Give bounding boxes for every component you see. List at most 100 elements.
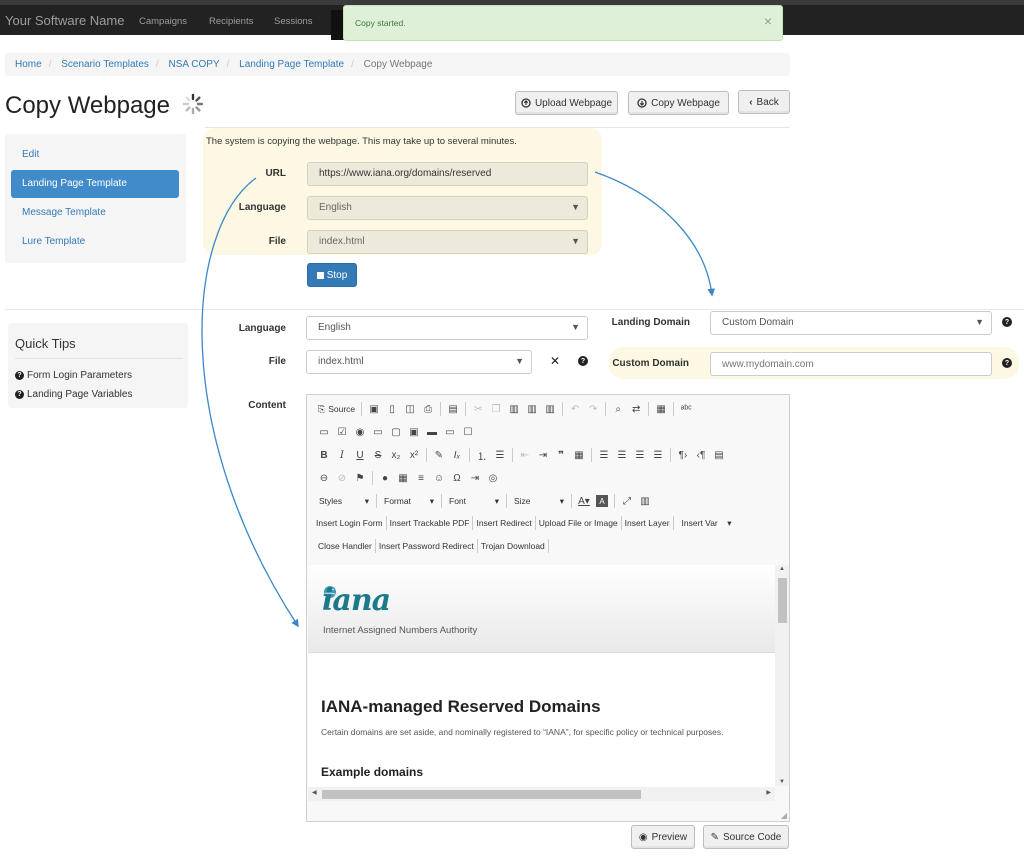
textarea-icon[interactable]: ▢: [387, 423, 405, 441]
vertical-scrollbar[interactable]: ▲ ▼: [775, 565, 789, 786]
image-button-icon[interactable]: ▭: [441, 423, 459, 441]
tip-form-login-parameters[interactable]: ? Form Login Parameters: [15, 370, 132, 381]
insert-login-form-button[interactable]: Insert Login Form: [313, 514, 386, 532]
source-code-button[interactable]: ✎ Source Code: [703, 825, 789, 849]
horizontal-scroll-thumb[interactable]: [322, 790, 641, 799]
nav-sessions[interactable]: Sessions: [274, 16, 313, 27]
bulleted-list-icon[interactable]: ☰: [491, 446, 509, 464]
resize-handle-icon[interactable]: ◢: [781, 811, 787, 820]
paste-icon[interactable]: ▥: [505, 400, 523, 418]
checkbox-icon[interactable]: ☑: [333, 423, 351, 441]
landing-domain-help-icon[interactable]: ?: [1002, 317, 1012, 327]
editor-content-area[interactable]: iana Internet Assigned Numbers Authority…: [308, 565, 775, 794]
size-dropdown[interactable]: Size ▾: [510, 492, 568, 510]
redo-icon[interactable]: ↷: [584, 400, 602, 418]
nav-campaigns[interactable]: Campaigns: [139, 16, 187, 27]
subscript-icon[interactable]: x₂: [387, 446, 405, 464]
form-icon[interactable]: ▭: [315, 423, 333, 441]
sidebar-item-lure-template[interactable]: Lure Template: [11, 228, 179, 256]
select-field-icon[interactable]: ▣: [405, 423, 423, 441]
breadcrumb-home[interactable]: Home: [15, 59, 42, 70]
url-input[interactable]: https://www.iana.org/domains/reserved: [307, 162, 588, 186]
preview-button[interactable]: ◉ Preview: [631, 825, 695, 849]
stop-button[interactable]: Stop: [307, 263, 357, 287]
copy-format-icon[interactable]: ✎: [430, 446, 448, 464]
align-left-icon[interactable]: ☰: [595, 446, 613, 464]
templates-icon[interactable]: ▤: [444, 400, 462, 418]
paste-text-icon[interactable]: ▥: [523, 400, 541, 418]
find-icon[interactable]: ⌕: [609, 400, 627, 418]
sidebar-item-landing-page-template[interactable]: Landing Page Template: [11, 170, 179, 198]
new-page-icon[interactable]: ▯: [383, 400, 401, 418]
brand-name[interactable]: Your Software Name: [5, 13, 124, 28]
select-all-icon[interactable]: ▦: [652, 400, 670, 418]
language-select[interactable]: English ▼: [306, 316, 588, 340]
ltr-icon[interactable]: ¶›: [674, 446, 692, 464]
cut-icon[interactable]: ✂: [469, 400, 487, 418]
underline-icon[interactable]: U: [351, 446, 369, 464]
font-dropdown[interactable]: Font ▾: [445, 492, 503, 510]
anchor-icon[interactable]: ⚑: [351, 469, 369, 487]
sidebar-item-message-template[interactable]: Message Template: [11, 199, 179, 227]
link-icon[interactable]: ⊖: [315, 469, 333, 487]
insert-redirect-button[interactable]: Insert Redirect: [473, 514, 534, 532]
copy-icon[interactable]: ❐: [487, 400, 505, 418]
insert-password-redirect-button[interactable]: Insert Password Redirect: [376, 537, 477, 555]
spellcheck-icon[interactable]: ᵃᵇᶜ: [677, 400, 695, 418]
button-field-icon[interactable]: ▬: [423, 423, 441, 441]
save-icon[interactable]: ▣: [365, 400, 383, 418]
copy-language-select[interactable]: English ▼: [307, 196, 588, 220]
insert-var-dropdown[interactable]: Insert Var ▾: [674, 514, 736, 532]
file-select[interactable]: index.html ▼: [306, 350, 532, 374]
insert-trackable-pdf-button[interactable]: Insert Trackable PDF: [387, 514, 473, 532]
radio-icon[interactable]: ◉: [351, 423, 369, 441]
horizontal-scrollbar[interactable]: ◀ ▶: [308, 787, 775, 801]
tip-landing-page-variables[interactable]: ? Landing Page Variables: [15, 389, 132, 400]
scroll-down-icon[interactable]: ▼: [779, 779, 785, 785]
upload-file-or-image-button[interactable]: Upload File or Image: [536, 514, 621, 532]
back-button[interactable]: ‹ Back: [738, 90, 790, 114]
page-break-icon[interactable]: ⇥: [466, 469, 484, 487]
align-right-icon[interactable]: ☰: [631, 446, 649, 464]
bg-color-icon[interactable]: A: [596, 495, 608, 507]
preview-icon[interactable]: ◫: [401, 400, 419, 418]
source-button[interactable]: ⎘ Source: [315, 400, 358, 418]
copy-file-select[interactable]: index.html ▼: [307, 230, 588, 254]
numbered-list-icon[interactable]: ⒈: [473, 446, 491, 464]
align-center-icon[interactable]: ☰: [613, 446, 631, 464]
horizontal-line-icon[interactable]: ≡: [412, 469, 430, 487]
scroll-left-icon[interactable]: ◀: [312, 789, 317, 796]
print-icon[interactable]: ⎙: [419, 400, 437, 418]
vertical-scroll-thumb[interactable]: [778, 578, 787, 623]
text-field-icon[interactable]: ▭: [369, 423, 387, 441]
close-icon[interactable]: ×: [764, 13, 772, 29]
hidden-field-icon[interactable]: ☐: [459, 423, 477, 441]
rtl-icon[interactable]: ‹¶: [692, 446, 710, 464]
italic-icon[interactable]: I: [333, 446, 351, 464]
breadcrumb-landing-page-template[interactable]: Landing Page Template: [239, 59, 344, 70]
flash-icon[interactable]: ●: [376, 469, 394, 487]
sidebar-item-edit[interactable]: Edit: [11, 141, 179, 169]
nav-recipients[interactable]: Recipients: [209, 16, 253, 27]
clear-file-icon[interactable]: ✕: [550, 354, 560, 368]
custom-domain-help-icon[interactable]: ?: [1002, 358, 1012, 368]
show-blocks-icon[interactable]: ▥: [636, 492, 654, 510]
copy-webpage-button[interactable]: Copy Webpage: [628, 91, 729, 115]
scroll-right-icon[interactable]: ▶: [766, 789, 771, 796]
language-icon[interactable]: ▤: [710, 446, 728, 464]
undo-icon[interactable]: ↶: [566, 400, 584, 418]
close-handler-button[interactable]: Close Handler: [315, 537, 375, 555]
styles-dropdown[interactable]: Styles ▾: [315, 492, 373, 510]
superscript-icon[interactable]: x²: [405, 446, 423, 464]
justify-icon[interactable]: ☰: [649, 446, 667, 464]
upload-webpage-button[interactable]: Upload Webpage: [515, 91, 618, 115]
insert-layer-button[interactable]: Insert Layer: [622, 514, 673, 532]
special-char-icon[interactable]: Ω: [448, 469, 466, 487]
div-container-icon[interactable]: ▦: [570, 446, 588, 464]
strikethrough-icon[interactable]: S: [369, 446, 387, 464]
custom-domain-input[interactable]: [710, 352, 992, 376]
paste-word-icon[interactable]: ▥: [541, 400, 559, 418]
iframe-icon[interactable]: ◎: [484, 469, 502, 487]
outdent-icon[interactable]: ⇤: [516, 446, 534, 464]
remove-format-icon[interactable]: Iₓ: [448, 446, 466, 464]
